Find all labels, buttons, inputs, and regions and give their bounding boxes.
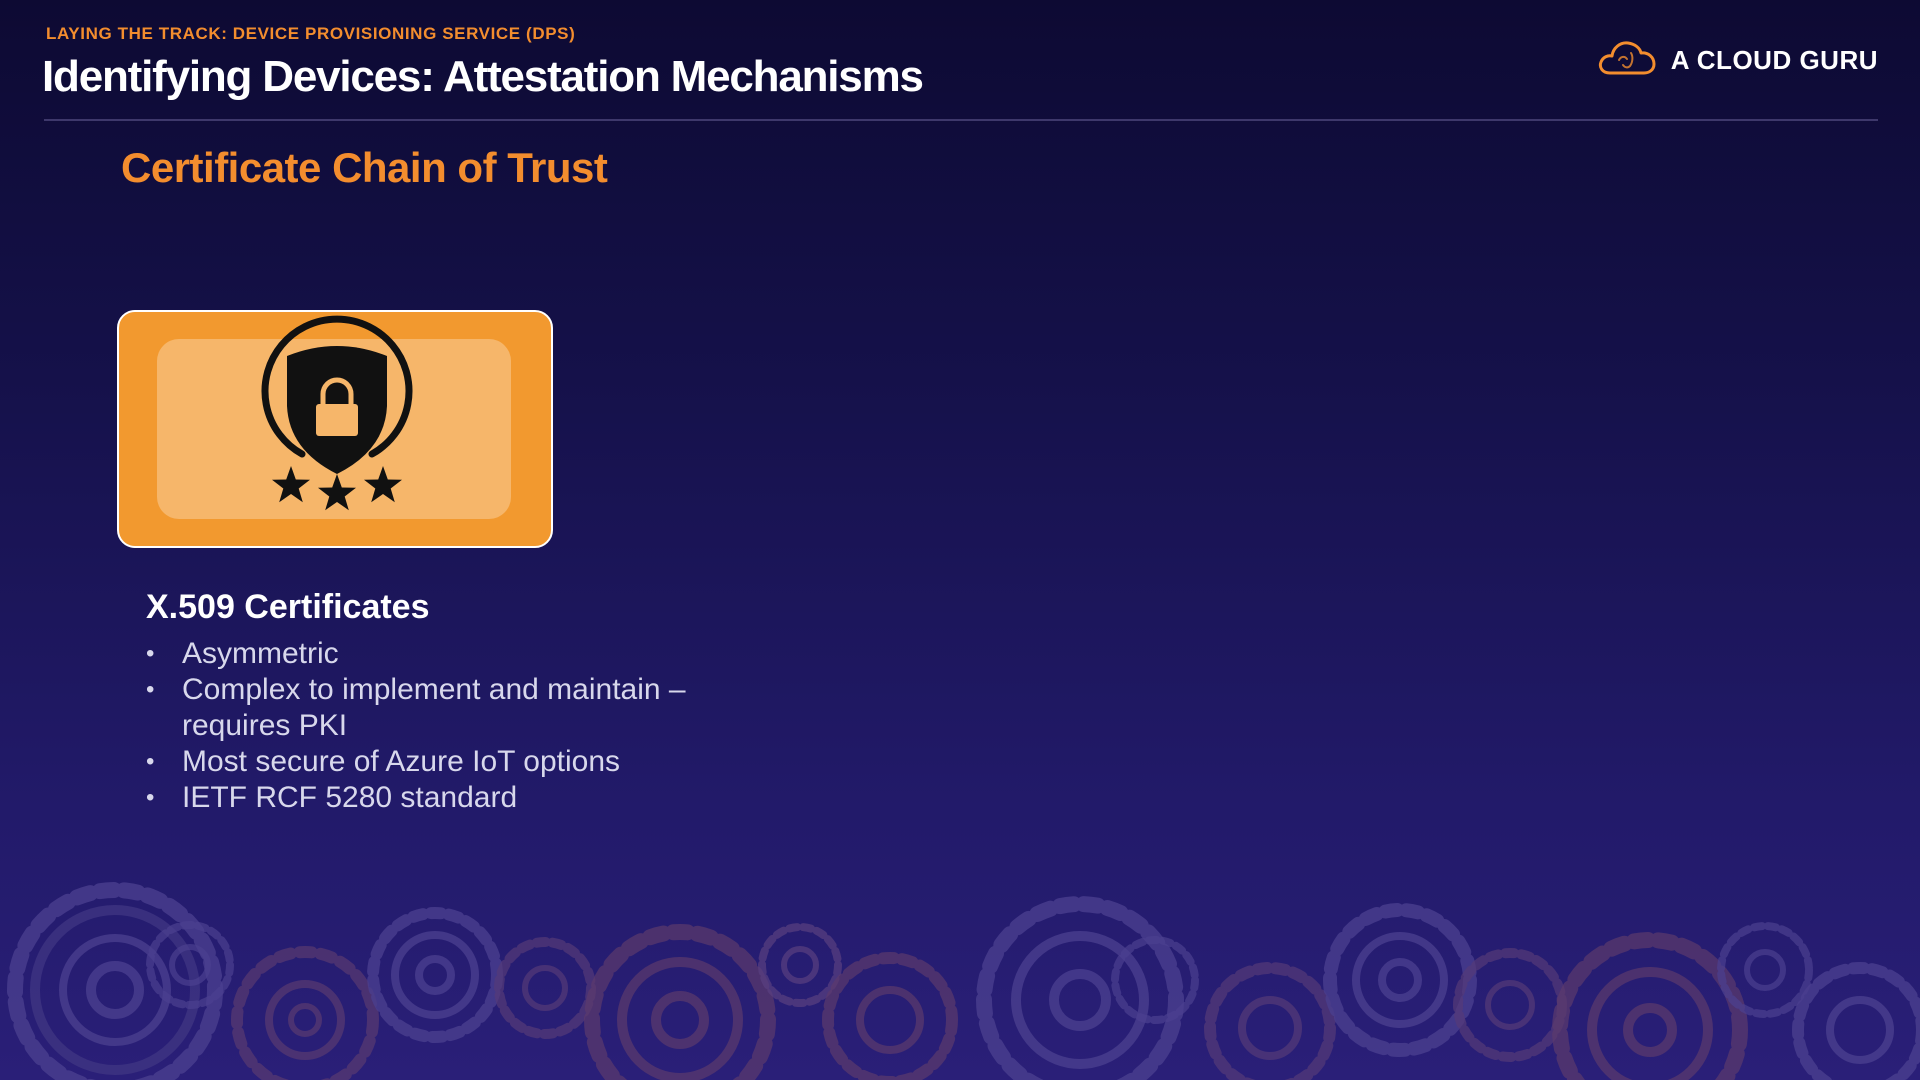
bullet-item: IETF RCF 5280 standard [146, 780, 706, 816]
brand-logo: A CLOUD GURU [1597, 38, 1878, 83]
bullet-item: Asymmetric [146, 636, 706, 672]
certificate-card [117, 310, 553, 548]
brand-name: A CLOUD GURU [1670, 45, 1878, 75]
header-divider [44, 119, 1878, 121]
content-heading: X.509 Certificates [146, 588, 430, 626]
section-title: Certificate Chain of Trust [121, 144, 608, 191]
slide-eyebrow: LAYING THE TRACK: DEVICE PROVISIONING SE… [46, 24, 576, 43]
bullet-item: Complex to implement and maintain – requ… [146, 672, 706, 744]
cloud-icon [1597, 38, 1659, 83]
shield-lock-stars-icon [257, 314, 417, 529]
gears-background-decoration [7, 882, 1920, 1080]
bullet-item: Most secure of Azure IoT options [146, 744, 706, 780]
slide-title: Identifying Devices: Attestation Mechani… [42, 52, 924, 101]
bullet-list: Asymmetric Complex to implement and main… [146, 636, 706, 816]
